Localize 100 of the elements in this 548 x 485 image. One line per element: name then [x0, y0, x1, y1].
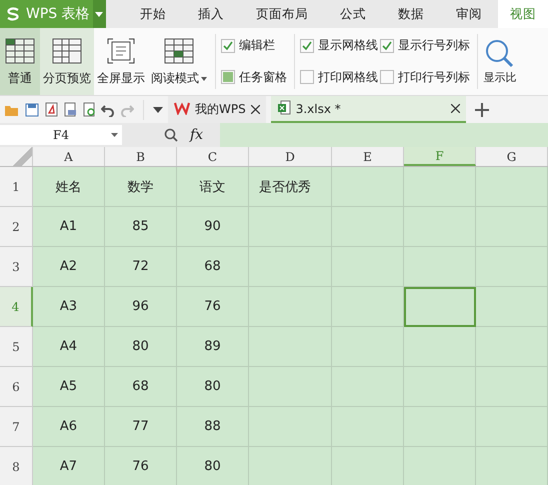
table-cell[interactable]: A6 [33, 407, 105, 447]
zoom-button[interactable]: 显示比 [483, 28, 517, 95]
view-mode-button[interactable]: 普通 [0, 28, 40, 95]
ribbon-checkbox[interactable]: 显示网格线 [300, 37, 380, 54]
table-cell[interactable]: 80 [177, 367, 249, 407]
table-cell[interactable] [332, 407, 404, 447]
table-cell[interactable] [249, 367, 332, 407]
table-cell[interactable] [332, 327, 404, 367]
column-header[interactable]: B [105, 147, 177, 166]
table-cell[interactable] [332, 367, 404, 407]
column-header[interactable]: D [249, 147, 332, 166]
table-cell[interactable] [476, 167, 548, 207]
row-header[interactable]: 6 [0, 367, 33, 407]
table-cell[interactable]: 90 [177, 207, 249, 247]
row-header[interactable]: 8 [0, 447, 33, 485]
table-cell[interactable] [404, 367, 476, 407]
table-cell[interactable]: 68 [177, 247, 249, 287]
name-box[interactable]: F4 [0, 125, 122, 145]
column-header[interactable]: A [33, 147, 105, 166]
table-cell[interactable]: A4 [33, 327, 105, 367]
table-cell[interactable]: 是否优秀 [249, 167, 332, 207]
menu-tab[interactable]: 开始 [124, 0, 182, 28]
print-icon[interactable] [63, 102, 77, 117]
print-preview-icon[interactable] [82, 102, 96, 117]
menu-tab[interactable]: 插入 [182, 0, 240, 28]
table-cell[interactable]: 80 [105, 327, 177, 367]
table-cell[interactable]: 80 [177, 447, 249, 485]
menu-tab[interactable]: 视图 [498, 0, 548, 28]
document-tab[interactable]: 3.xlsx * [270, 96, 466, 123]
menu-tab[interactable]: 审阅 [440, 0, 498, 28]
table-cell[interactable]: 68 [105, 367, 177, 407]
table-cell[interactable] [476, 327, 548, 367]
column-header[interactable]: C [177, 147, 249, 166]
checkbox[interactable] [380, 70, 394, 84]
table-cell[interactable]: A7 [33, 447, 105, 485]
checkbox[interactable] [221, 38, 235, 53]
table-cell[interactable]: A3 [33, 287, 105, 327]
new-tab-icon[interactable] [474, 102, 489, 116]
row-header[interactable]: 7 [0, 407, 33, 447]
table-cell[interactable] [332, 247, 404, 287]
table-cell[interactable] [404, 327, 476, 367]
table-cell[interactable] [404, 207, 476, 247]
table-cell[interactable]: A5 [33, 367, 105, 407]
ribbon-checkbox[interactable]: 打印网格线 [300, 68, 380, 86]
table-cell[interactable]: A1 [33, 207, 105, 247]
table-cell[interactable] [404, 247, 476, 287]
row-header[interactable]: 4 [0, 287, 33, 327]
table-cell[interactable] [249, 407, 332, 447]
save-icon[interactable] [25, 102, 39, 116]
table-cell[interactable] [476, 247, 548, 287]
redo-icon[interactable] [120, 102, 134, 116]
active-cell[interactable] [404, 287, 476, 327]
table-cell[interactable] [332, 167, 404, 207]
table-cell[interactable] [404, 407, 476, 447]
table-cell[interactable] [476, 207, 548, 247]
checkbox[interactable] [300, 38, 314, 53]
column-header[interactable]: G [476, 147, 548, 166]
table-cell[interactable] [249, 287, 332, 327]
table-cell[interactable]: 88 [177, 407, 249, 447]
pdf-export-icon[interactable] [44, 102, 58, 117]
table-cell[interactable]: 96 [105, 287, 177, 327]
table-cell[interactable]: 72 [105, 247, 177, 287]
table-cell[interactable]: 姓名 [33, 167, 105, 207]
ribbon-checkbox[interactable]: 显示行号列标 [380, 37, 472, 54]
view-mode-button[interactable]: 阅读模式 [148, 28, 210, 95]
checkbox[interactable] [300, 70, 314, 84]
table-cell[interactable] [332, 287, 404, 327]
view-mode-button[interactable]: 全屏显示 [94, 28, 148, 95]
undo-icon[interactable] [101, 102, 115, 116]
document-tab[interactable]: 我的WPS [168, 96, 266, 123]
caret-icon[interactable] [153, 106, 163, 112]
table-cell[interactable] [249, 207, 332, 247]
table-cell[interactable]: 76 [177, 287, 249, 327]
checkbox[interactable] [221, 70, 235, 84]
table-cell[interactable]: 76 [105, 447, 177, 485]
table-cell[interactable]: 数学 [105, 167, 177, 207]
row-header[interactable]: 2 [0, 207, 33, 247]
menu-tab[interactable]: 公式 [324, 0, 382, 28]
ribbon-checkbox[interactable]: 任务窗格 [221, 68, 289, 86]
app-dropdown-button[interactable] [92, 0, 106, 28]
table-cell[interactable]: 85 [105, 207, 177, 247]
table-cell[interactable]: 89 [177, 327, 249, 367]
row-header[interactable]: 1 [0, 167, 33, 207]
table-cell[interactable] [249, 247, 332, 287]
row-header[interactable]: 3 [0, 247, 33, 287]
table-cell[interactable] [249, 327, 332, 367]
table-cell[interactable]: 语文 [177, 167, 249, 207]
table-cell[interactable]: 77 [105, 407, 177, 447]
ribbon-checkbox[interactable]: 编辑栏 [221, 37, 289, 54]
table-cell[interactable] [476, 287, 548, 327]
function-button[interactable]: fx [190, 127, 220, 143]
table-cell[interactable] [332, 207, 404, 247]
row-header[interactable]: 5 [0, 327, 33, 367]
menu-tab[interactable]: 页面布局 [240, 0, 324, 28]
formula-input[interactable] [220, 123, 548, 147]
search-icon[interactable] [164, 128, 178, 142]
table-cell[interactable] [476, 407, 548, 447]
view-mode-button[interactable]: 分页预览 [40, 28, 94, 95]
close-icon[interactable] [250, 105, 260, 114]
ribbon-checkbox[interactable]: 打印行号列标 [380, 68, 472, 86]
